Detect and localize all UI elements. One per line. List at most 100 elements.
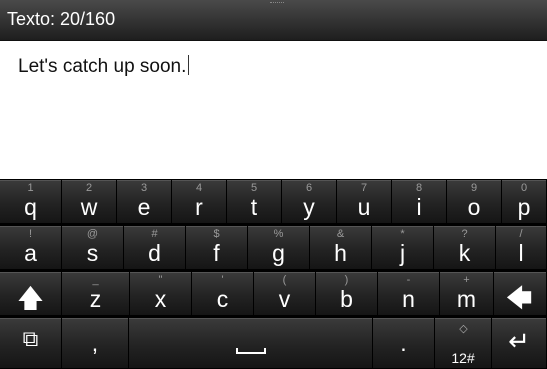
- key-f[interactable]: $ f: [186, 226, 248, 270]
- secondary-char: #: [151, 228, 158, 240]
- secondary-char: +: [463, 274, 470, 286]
- key-h[interactable]: & h: [310, 226, 372, 270]
- keyboard-row-2: ! a @ s # d $ f% g & h * j? k / l: [0, 226, 547, 272]
- key-s[interactable]: @ s: [62, 226, 124, 270]
- secondary-char: 3: [140, 182, 148, 194]
- symbols-key[interactable]: ◇ 12#: [435, 318, 492, 369]
- key-z[interactable]: _ z: [62, 272, 130, 316]
- period-key[interactable]: .: [373, 318, 435, 369]
- secondary-char: 6: [305, 182, 313, 194]
- key-t[interactable]: 5t: [227, 180, 282, 224]
- secondary-char: ?: [461, 228, 468, 240]
- period-label: .: [400, 330, 407, 356]
- comma-key[interactable]: ,: [62, 318, 129, 369]
- key-p[interactable]: 0p: [502, 180, 547, 224]
- enter-arrow-icon: ↵: [508, 326, 530, 356]
- keyboard-row-3: 🡅 🡄 _ z " x ' c(v) b - n + m: [0, 272, 547, 318]
- secondary-char: $: [213, 228, 220, 240]
- enter-key[interactable]: ↵: [492, 318, 547, 369]
- primary-char: f: [213, 240, 220, 266]
- secondary-char: %: [273, 228, 284, 240]
- secondary-char: (: [282, 274, 287, 286]
- keyboard-row-4: ⧉ , . ◇ 12# ↵: [0, 318, 547, 369]
- key-o[interactable]: 9o: [447, 180, 502, 224]
- primary-char: p: [517, 194, 531, 220]
- symbols-label: 12#: [451, 350, 475, 366]
- primary-char: e: [137, 194, 151, 220]
- primary-char: y: [303, 194, 315, 220]
- shift-key[interactable]: 🡅: [0, 272, 62, 316]
- primary-char: s: [86, 240, 99, 266]
- character-counter: Texto: 20/160: [7, 9, 116, 29]
- primary-char: q: [24, 194, 37, 220]
- key-q[interactable]: 1q: [0, 180, 62, 224]
- key-j[interactable]: * j: [372, 226, 434, 270]
- primary-char: r: [195, 194, 203, 220]
- key-v[interactable]: (v: [254, 272, 316, 316]
- secondary-char: /: [519, 228, 523, 240]
- secondary-char: 2: [85, 182, 93, 194]
- key-a[interactable]: ! a: [0, 226, 62, 270]
- primary-char: c: [216, 286, 229, 312]
- primary-char: t: [250, 194, 258, 220]
- secondary-char: 8: [415, 182, 423, 194]
- key-e[interactable]: 3e: [117, 180, 172, 224]
- primary-char: d: [148, 240, 161, 266]
- key-d[interactable]: # d: [124, 226, 186, 270]
- space-icon: [235, 348, 266, 354]
- backspace-key[interactable]: 🡄: [492, 272, 547, 316]
- secondary-char: @: [86, 228, 99, 240]
- secondary-char: 1: [27, 182, 34, 194]
- key-r[interactable]: 4r: [172, 180, 227, 224]
- primary-char: m: [456, 286, 477, 312]
- secondary-char: -: [406, 274, 411, 286]
- key-l[interactable]: / l: [496, 226, 547, 270]
- key-b[interactable]: ) b: [316, 272, 378, 316]
- secondary-char: 4: [195, 182, 203, 194]
- key-y[interactable]: 6y: [282, 180, 337, 224]
- key-w[interactable]: 2w: [62, 180, 117, 224]
- rotate-screen-icon: ⧉: [22, 326, 39, 351]
- primary-char: w: [80, 194, 98, 220]
- key-m[interactable]: + m: [440, 272, 494, 316]
- message-input[interactable]: Let's catch up soon.: [0, 41, 547, 179]
- primary-char: n: [402, 286, 415, 312]
- primary-char: g: [272, 240, 285, 266]
- secondary-char: !: [28, 228, 33, 240]
- key-n[interactable]: -n: [378, 272, 440, 316]
- drag-grip[interactable]: [270, 2, 284, 6]
- move-cursor-icon: ◇: [459, 323, 467, 335]
- key-c[interactable]: ' c: [192, 272, 254, 316]
- secondary-char: *: [400, 228, 405, 240]
- secondary-char: ): [344, 274, 349, 286]
- secondary-char: ": [158, 274, 163, 286]
- primary-char: a: [24, 240, 37, 266]
- space-key[interactable]: [129, 318, 373, 369]
- secondary-char: _: [92, 274, 99, 286]
- primary-char: o: [467, 194, 481, 220]
- key-x[interactable]: " x: [130, 272, 192, 316]
- primary-char: v: [278, 286, 291, 312]
- secondary-char: ': [221, 274, 224, 286]
- title-bar: Texto: 20/160: [0, 0, 547, 41]
- key-k[interactable]: ? k: [434, 226, 496, 270]
- primary-char: h: [334, 240, 347, 266]
- primary-char: l: [518, 240, 524, 266]
- message-text: Let's catch up soon.: [18, 55, 190, 78]
- comma-label: ,: [91, 330, 99, 356]
- key-i[interactable]: 8i: [392, 180, 447, 224]
- secondary-char: 0: [520, 182, 528, 194]
- rotate-key[interactable]: ⧉: [0, 318, 62, 369]
- primary-char: z: [89, 286, 102, 312]
- keyboard-row-1: 1q2w3e4r5t6y7u8i9o0p: [0, 180, 547, 226]
- text-cursor: [188, 55, 190, 75]
- secondary-char: 7: [360, 182, 368, 194]
- key-g[interactable]: % g: [248, 226, 310, 270]
- virtual-keyboard: 1q2w3e4r5t6y7u8i9o0p ! a @ s # d $ f% g & h * j? k / l …: [0, 180, 547, 369]
- primary-char: i: [416, 194, 422, 220]
- secondary-char: &: [336, 228, 345, 240]
- primary-char: b: [340, 286, 353, 312]
- primary-char: j: [399, 240, 406, 266]
- primary-char: k: [458, 240, 471, 266]
- key-u[interactable]: 7u: [337, 180, 392, 224]
